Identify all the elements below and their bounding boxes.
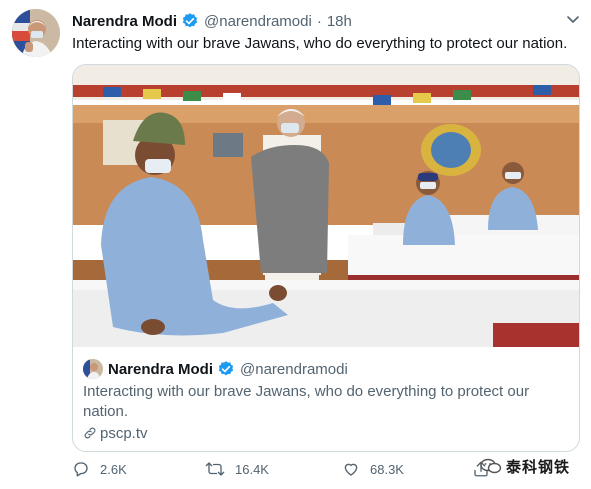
quoted-author-handle[interactable]: @narendramodi bbox=[240, 361, 348, 378]
tweet-header: Narendra Modi @narendramodi · 18h bbox=[72, 11, 352, 31]
reply-icon bbox=[74, 462, 88, 477]
tweet[interactable]: Narendra Modi @narendramodi · 18h Intera… bbox=[0, 0, 591, 489]
quoted-link[interactable]: pscp.tv bbox=[83, 423, 148, 443]
like-icon bbox=[344, 463, 358, 476]
reply-button[interactable]: 2.6K bbox=[72, 458, 127, 480]
video-thumbnail[interactable] bbox=[73, 65, 579, 347]
tweet-text: Interacting with our brave Jawans, who d… bbox=[72, 35, 568, 52]
retweet-icon bbox=[205, 462, 225, 476]
like-button[interactable]: 68.3K bbox=[342, 458, 404, 480]
verified-badge-icon bbox=[217, 360, 235, 378]
author-avatar[interactable] bbox=[12, 9, 60, 57]
watermark-text: 泰科钢铁 bbox=[506, 458, 571, 476]
quoted-tweet-text: Interacting with our brave Jawans, who d… bbox=[83, 383, 530, 420]
author-name[interactable]: Narendra Modi bbox=[72, 13, 177, 30]
separator-dot: · bbox=[316, 12, 322, 30]
tweet-timestamp[interactable]: 18h bbox=[327, 13, 352, 30]
like-count: 68.3K bbox=[370, 461, 404, 477]
quoted-author-name[interactable]: Narendra Modi bbox=[108, 361, 213, 378]
reply-count: 2.6K bbox=[100, 461, 127, 477]
quoted-tweet-header: Narendra Modi @narendramodi bbox=[108, 359, 348, 379]
link-icon bbox=[84, 427, 96, 439]
watermark: 泰科钢铁 bbox=[480, 455, 570, 477]
quoted-link-text[interactable]: pscp.tv bbox=[100, 425, 148, 442]
author-handle[interactable]: @narendramodi bbox=[204, 13, 312, 30]
quoted-tweet-card[interactable]: Narendra Modi @narendramodi Interacting … bbox=[72, 64, 580, 452]
wechat-icon bbox=[480, 458, 502, 474]
quoted-author-avatar[interactable] bbox=[83, 359, 103, 379]
retweet-count: 16.4K bbox=[235, 461, 269, 477]
chevron-down-icon[interactable] bbox=[565, 11, 581, 27]
verified-badge-icon bbox=[181, 12, 199, 30]
retweet-button[interactable]: 16.4K bbox=[205, 458, 269, 480]
